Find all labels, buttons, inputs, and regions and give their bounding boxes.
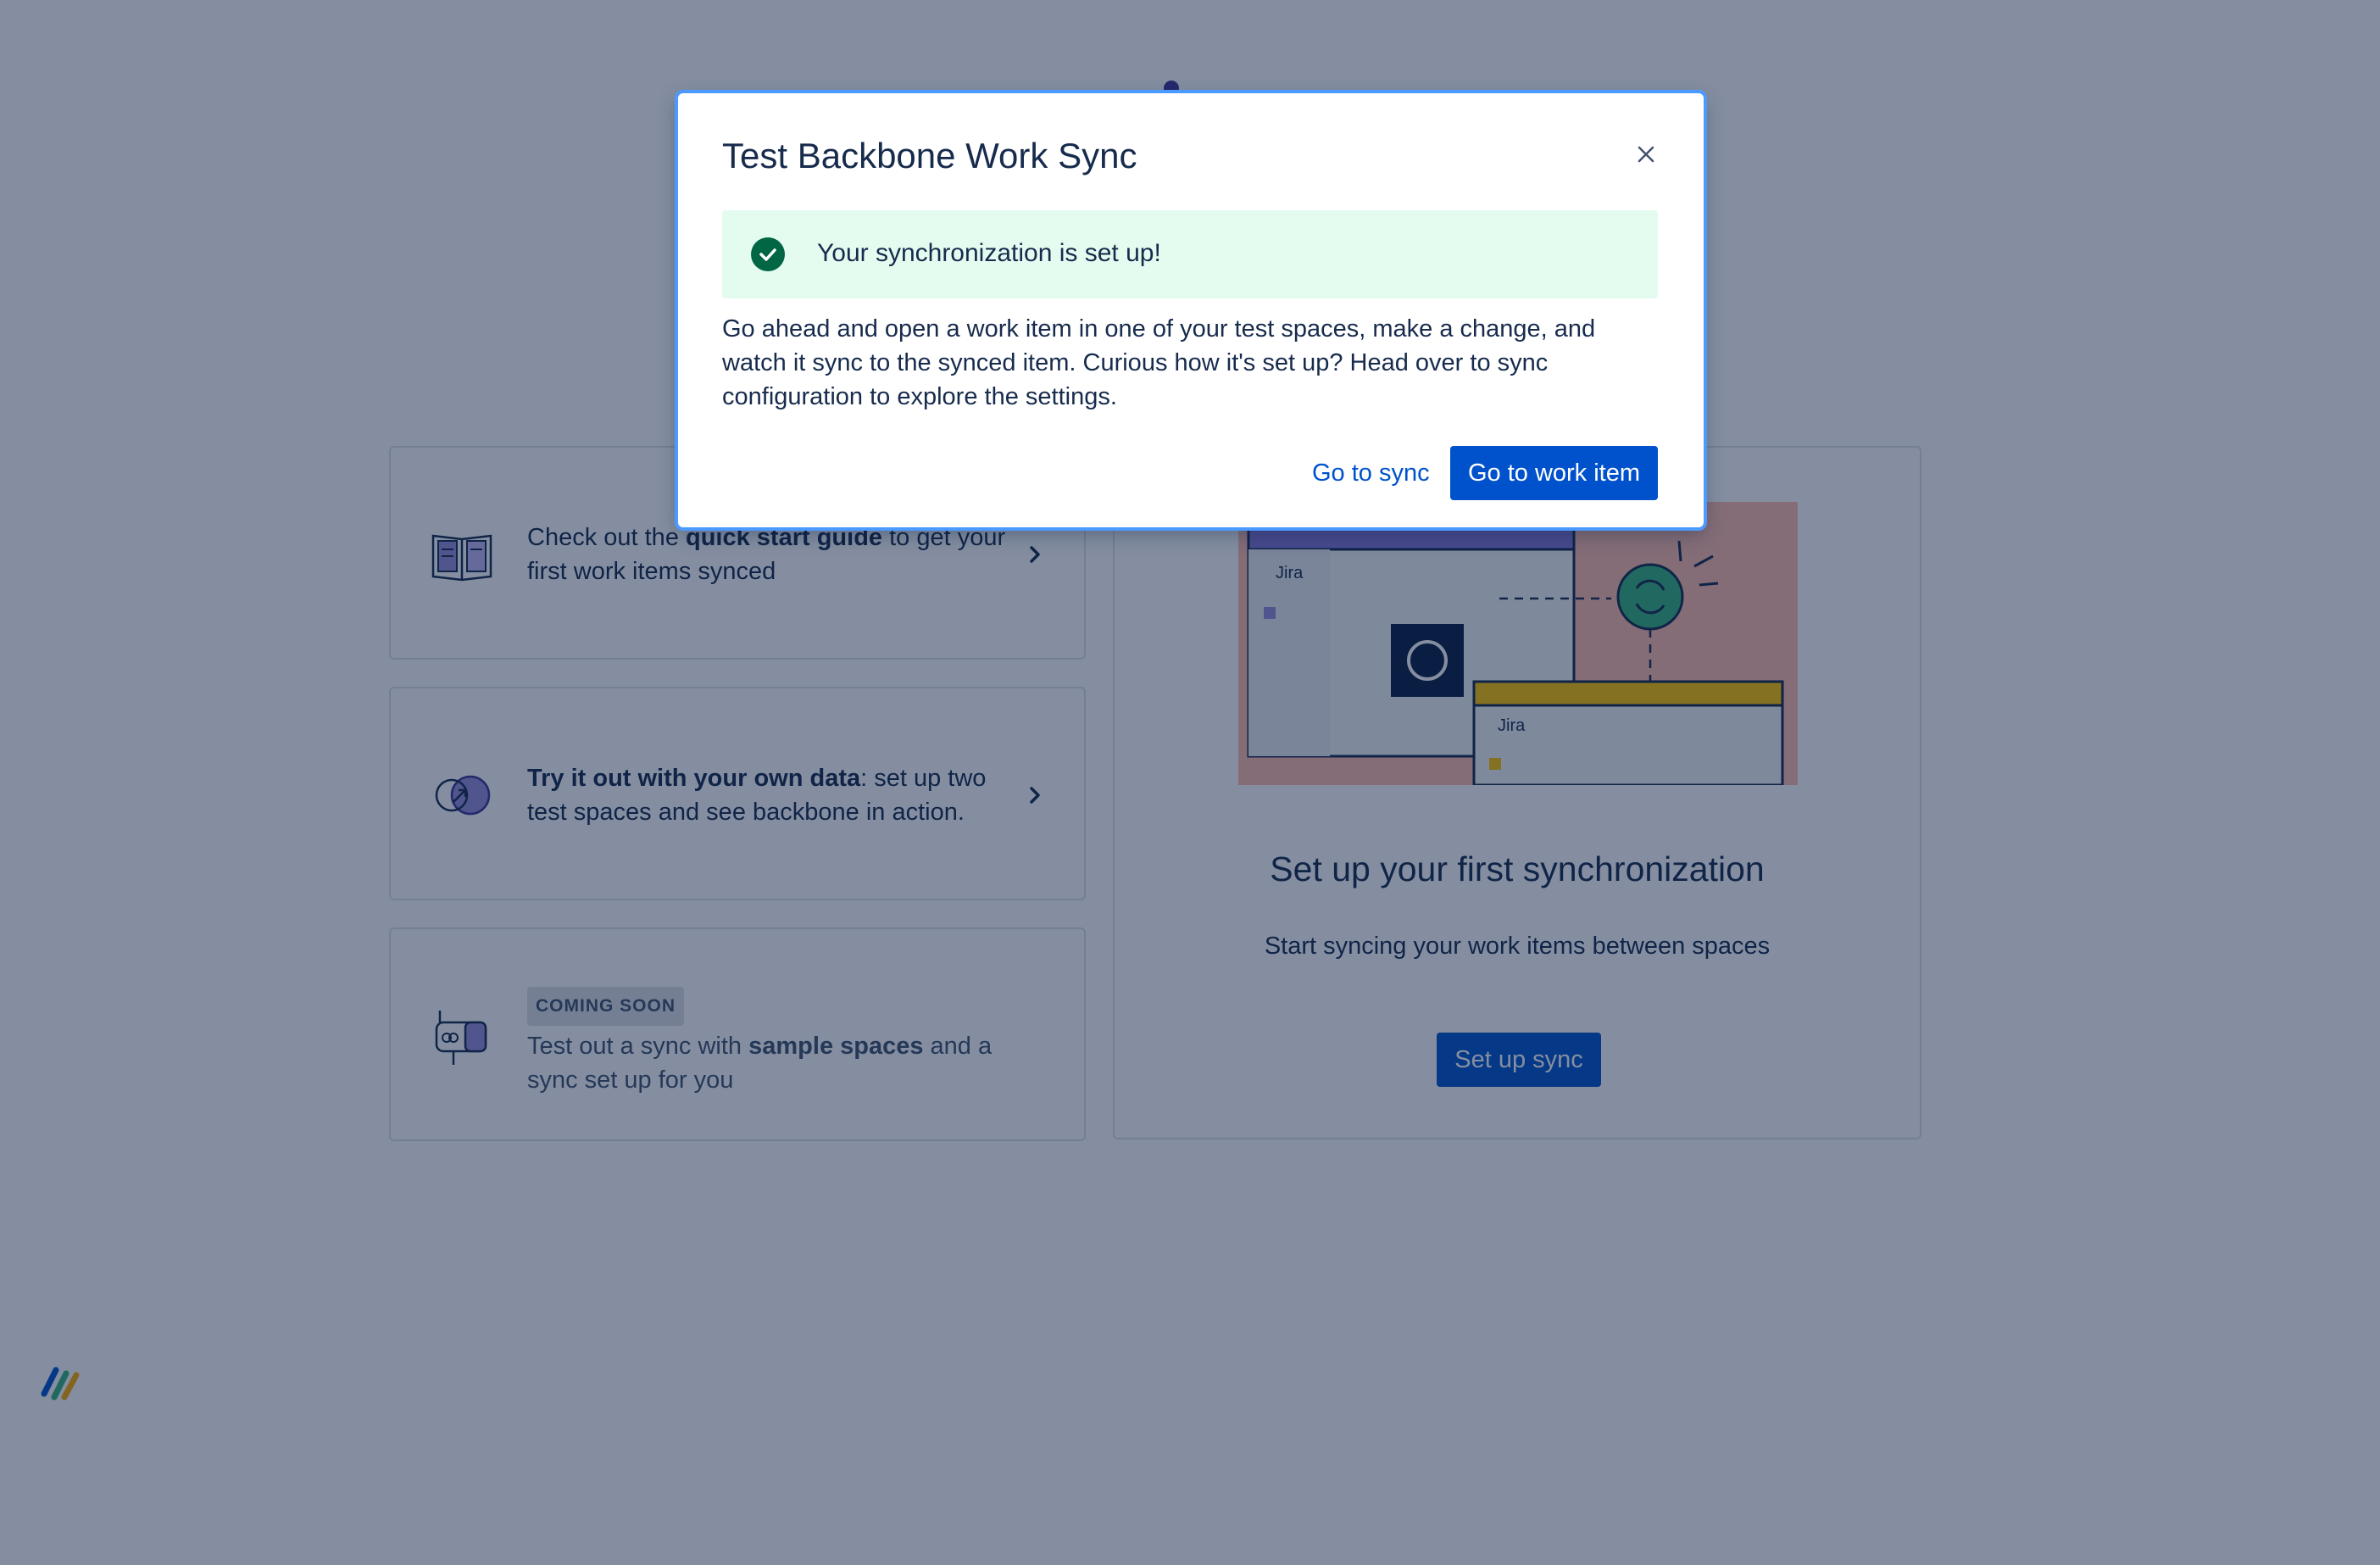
sync-success-dialog: Test Backbone Work Sync Your synchroniza… bbox=[678, 93, 1704, 527]
go-to-work-item-button[interactable]: Go to work item bbox=[1450, 446, 1658, 500]
dialog-body: Go ahead and open a work item in one of … bbox=[722, 315, 1596, 410]
close-button[interactable] bbox=[1629, 137, 1663, 171]
success-text: Your synchronization is set up! bbox=[817, 239, 1161, 267]
close-icon bbox=[1638, 146, 1654, 163]
dialog-title: Test Backbone Work Sync bbox=[722, 136, 1137, 175]
check-circle-icon bbox=[751, 237, 785, 271]
go-to-sync-button[interactable]: Go to sync bbox=[1292, 446, 1450, 500]
success-message: Your synchronization is set up! bbox=[722, 210, 1658, 298]
